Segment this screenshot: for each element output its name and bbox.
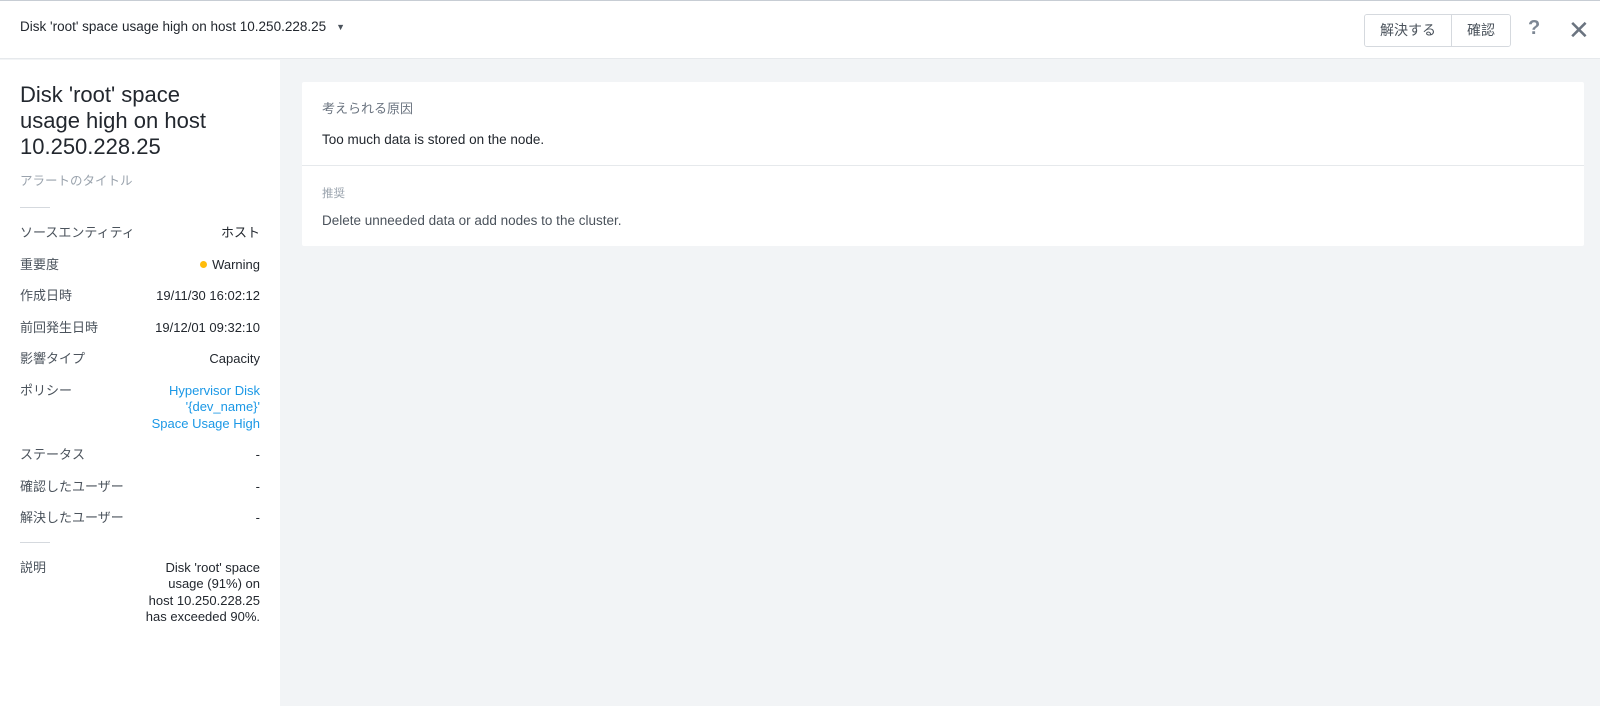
property-value: 19/11/30 16:02:12	[156, 288, 260, 303]
property-label: ステータス	[20, 447, 86, 462]
property-row-source-entity: ソースエンティティ ホスト	[20, 225, 260, 242]
property-label: ソースエンティティ	[20, 225, 135, 240]
possible-cause-section: 考えられる原因 Too much data is stored on the n…	[302, 82, 1584, 165]
warning-status-dot-icon	[200, 260, 208, 268]
property-row-policy: ポリシー Hypervisor Disk '{dev_name}' Space …	[20, 383, 260, 433]
divider	[20, 541, 50, 543]
property-row-status: ステータス -	[20, 447, 260, 464]
property-value: ホスト	[220, 225, 260, 240]
alert-title-dropdown-label: Disk 'root' space usage high on host 10.…	[20, 19, 327, 34]
property-label: 影響タイプ	[20, 351, 86, 366]
property-label: 確認したユーザー	[20, 478, 124, 494]
alert-title: Disk 'root' space usage high on host 10.…	[20, 82, 206, 159]
recommendation-heading: 推奨	[322, 188, 345, 200]
property-value: 19/12/01 09:32:10	[155, 319, 260, 335]
property-row-created: 作成日時 19/11/30 16:02:12	[20, 288, 260, 305]
property-row-resolved-by: 解決したユーザー -	[20, 510, 260, 527]
property-label: 作成日時	[20, 288, 73, 303]
severity-value: Warning	[200, 257, 260, 274]
action-button-group: 解決する 確認	[1364, 14, 1511, 47]
possible-cause-text: Too much data is stored on the node.	[322, 132, 545, 147]
property-label: 重要度	[20, 256, 60, 272]
alert-title-dropdown[interactable]: Disk 'root' space usage high on host 10.…	[20, 19, 345, 34]
help-icon[interactable]: ?	[1528, 17, 1540, 40]
description-value: Disk 'root' space usage (91%) on host 10…	[145, 559, 260, 625]
property-label: 説明	[20, 559, 47, 575]
alert-title-caption: アラートのタイトル	[20, 174, 133, 188]
property-value: -	[255, 510, 260, 525]
property-row-acknowledged-by: 確認したユーザー -	[20, 479, 260, 496]
chevron-down-icon: ▼	[336, 21, 346, 32]
property-label: 前回発生日時	[20, 319, 99, 335]
property-row-severity: 重要度 Warning	[20, 257, 260, 274]
property-row-impact-type: 影響タイプ Capacity	[20, 351, 260, 368]
property-label: 解決したユーザー	[20, 510, 124, 525]
top-bar: Disk 'root' space usage high on host 10.…	[0, 0, 1600, 59]
alert-details-sidebar: Disk 'root' space usage high on host 10.…	[0, 60, 280, 706]
property-value: -	[255, 478, 260, 494]
alert-info-panel: 考えられる原因 Too much data is stored on the n…	[302, 82, 1584, 246]
property-row-description: 説明 Disk 'root' space usage (91%) on host…	[20, 560, 260, 626]
divider	[20, 207, 50, 208]
property-value: Capacity	[209, 351, 260, 366]
possible-cause-heading: 考えられる原因	[322, 101, 414, 116]
recommendation-section: 推奨 Delete unneeded data or add nodes to …	[302, 165, 1584, 246]
close-icon[interactable]: ✕	[1568, 15, 1590, 45]
property-row-last-occurred: 前回発生日時 19/12/01 09:32:10	[20, 320, 260, 337]
policy-link[interactable]: Hypervisor Disk '{dev_name}' Space Usage…	[150, 383, 260, 433]
acknowledge-button[interactable]: 確認	[1451, 15, 1510, 46]
property-value: -	[255, 447, 260, 462]
property-label: ポリシー	[20, 382, 73, 398]
severity-text: Warning	[212, 256, 260, 272]
recommendation-text: Delete unneeded data or add nodes to the…	[322, 213, 622, 228]
resolve-button[interactable]: 解決する	[1365, 15, 1451, 46]
